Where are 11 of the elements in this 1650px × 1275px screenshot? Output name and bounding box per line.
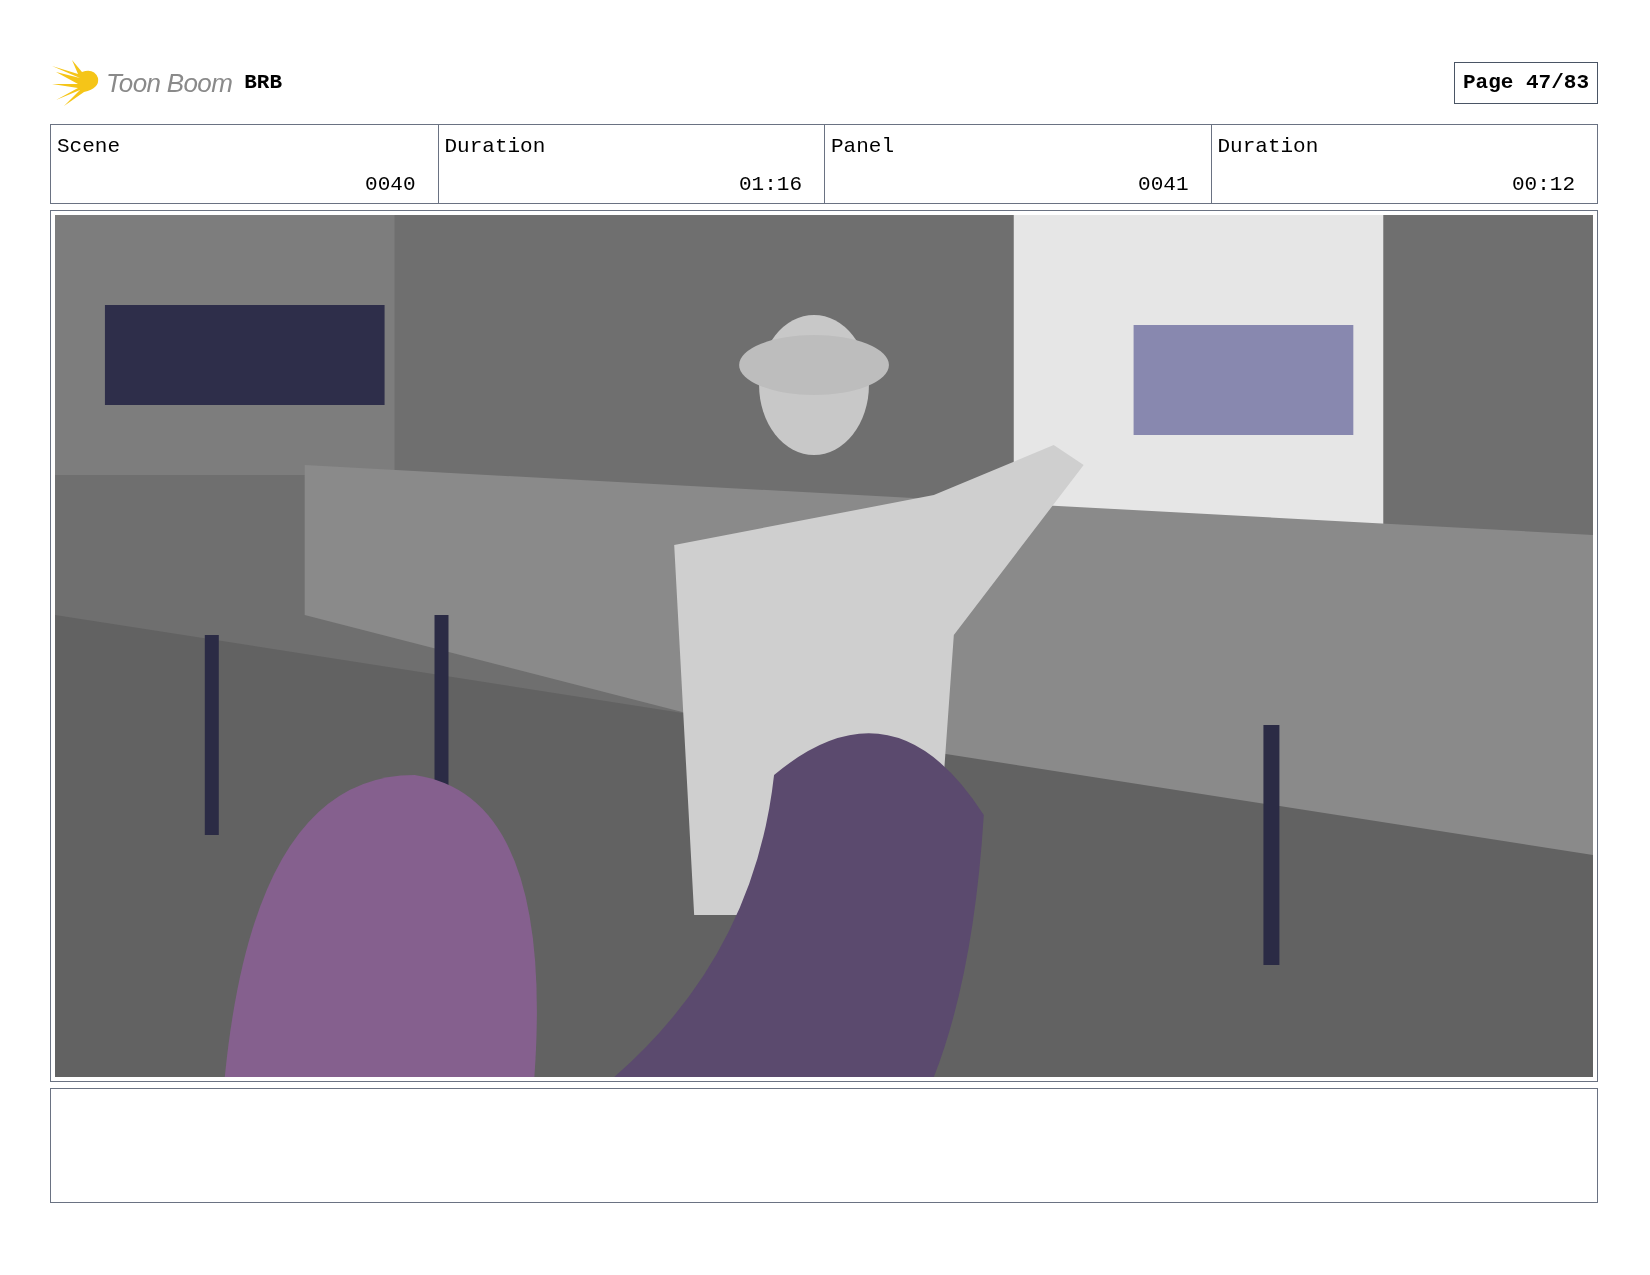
field-label: Scene: [57, 134, 120, 160]
field-value: 01:16: [739, 171, 802, 198]
field-value: 0041: [1138, 171, 1189, 198]
field-label: Duration: [1217, 134, 1319, 160]
field-label: Duration: [444, 134, 546, 160]
field-label: Panel: [831, 134, 894, 160]
page-number: Page 47/83: [1453, 62, 1598, 104]
project-name: BRB: [244, 70, 282, 97]
field-value: 0040: [365, 171, 416, 198]
logo-text: Toon Boom: [106, 66, 233, 100]
field-value: 00:12: [1512, 171, 1575, 198]
